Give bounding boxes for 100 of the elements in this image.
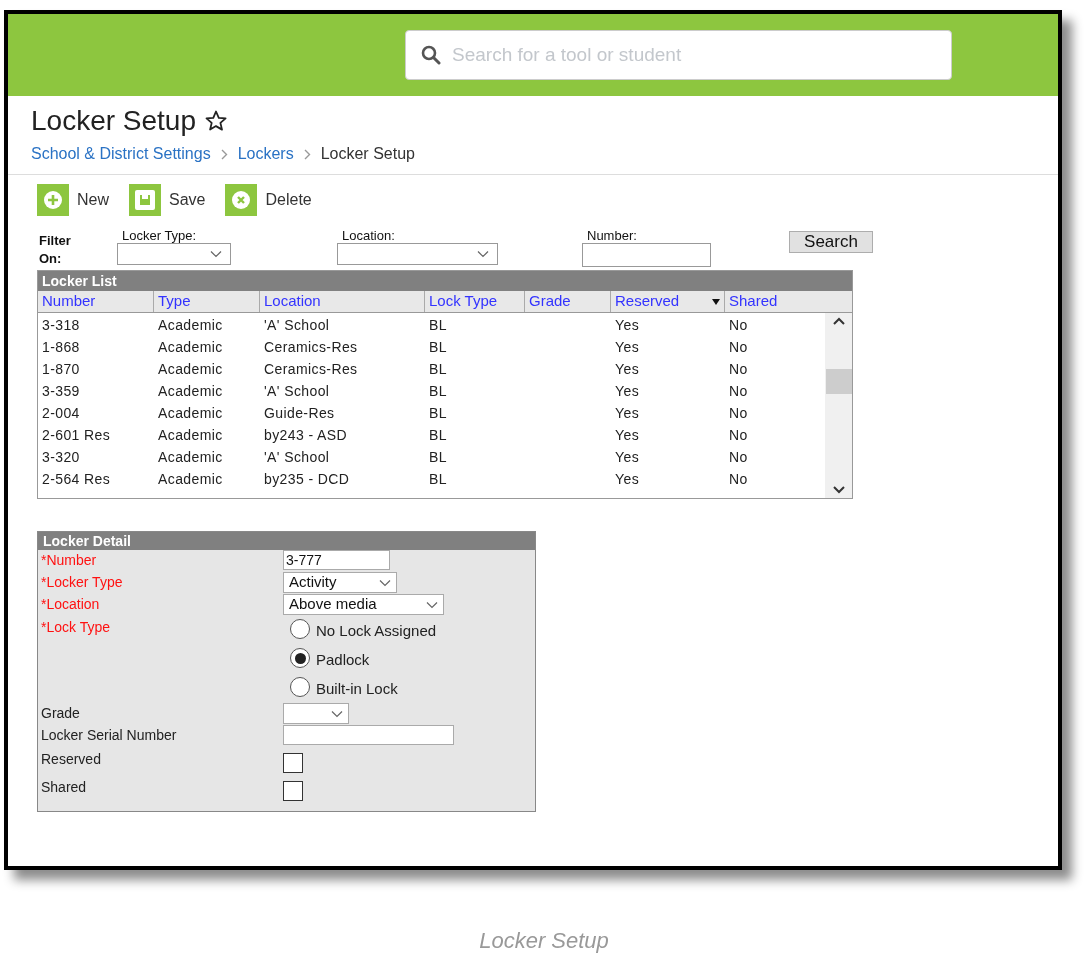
table-cell: No	[729, 470, 748, 487]
input-field[interactable]	[283, 725, 454, 745]
table-cell: Yes	[615, 360, 640, 377]
plus-icon	[37, 184, 69, 216]
dropdown[interactable]: Above media	[283, 594, 444, 615]
checkbox[interactable]	[283, 781, 303, 801]
caret-icon	[426, 600, 438, 609]
input-field[interactable]: 3-777	[283, 550, 390, 570]
table-cell: 'A' School	[264, 448, 330, 465]
column-header[interactable]: Shared	[725, 291, 852, 312]
radio-button[interactable]	[290, 648, 310, 668]
table-cell: 2-004	[42, 404, 80, 421]
breadcrumb-link[interactable]: Lockers	[237, 142, 294, 166]
column-header[interactable]: Type	[154, 291, 260, 312]
caret-icon	[210, 250, 222, 258]
field-label: *Number	[41, 551, 98, 570]
table-cell: Yes	[615, 426, 640, 443]
table-cell: BL	[429, 426, 447, 443]
field-label: Location:	[341, 228, 396, 243]
scroll-up-icon[interactable]	[832, 316, 845, 326]
page-title: Locker Setup	[31, 104, 196, 138]
search-button[interactable]: Search	[789, 231, 873, 253]
caret-icon	[331, 709, 343, 718]
table-cell: Ceramics-Res	[264, 360, 358, 377]
checkbox[interactable]	[283, 753, 303, 773]
radio-label: Built-in Lock	[316, 681, 398, 697]
field-label: *Locker Type	[41, 573, 124, 592]
table-cell: Yes	[615, 382, 640, 399]
table-cell: Yes	[615, 338, 640, 355]
field-label: Reserved	[41, 750, 102, 769]
column-header[interactable]: Grade	[525, 291, 611, 312]
table-cell: Academic	[158, 426, 223, 443]
scroll-thumb[interactable]	[825, 369, 852, 394]
star-icon[interactable]	[204, 109, 228, 133]
table-cell: Yes	[615, 448, 640, 465]
search-icon	[421, 45, 441, 65]
table-cell: 2-564 Res	[42, 470, 111, 487]
dropdown[interactable]	[337, 243, 498, 265]
table-cell: 3-318	[42, 316, 80, 333]
sort-down-icon	[712, 298, 720, 305]
table-cell: Guide-Res	[264, 404, 335, 421]
dropdown[interactable]: Activity	[283, 572, 397, 593]
radio-button[interactable]	[290, 619, 310, 639]
table-cell: No	[729, 382, 748, 399]
table-cell: BL	[429, 382, 447, 399]
radio-label: Padlock	[316, 652, 370, 668]
table-cell: Academic	[158, 404, 223, 421]
panel-title: Locker List	[38, 271, 852, 291]
column-header[interactable]: Location	[260, 291, 425, 312]
table-cell: No	[729, 404, 748, 421]
field-label: *Location	[41, 595, 101, 614]
table-cell: 1-868	[42, 338, 80, 355]
field-label: Number:	[586, 228, 638, 243]
column-header[interactable]: Number	[38, 291, 154, 312]
x-icon	[225, 184, 258, 216]
scroll-down-icon[interactable]	[832, 485, 845, 495]
field-label: Grade	[41, 704, 81, 723]
table-cell: Yes	[615, 316, 640, 333]
table-cell: No	[729, 338, 748, 355]
table-cell: Academic	[158, 448, 223, 465]
table-cell: Academic	[158, 470, 223, 487]
floppy-icon	[129, 184, 161, 216]
save-button[interactable]: Save	[129, 184, 206, 216]
table-cell: BL	[429, 448, 447, 465]
breadcrumb-current: Locker Setup	[320, 144, 415, 164]
table-cell: BL	[429, 360, 447, 377]
table-cell: 3-320	[42, 448, 80, 465]
table-cell: Academic	[158, 338, 223, 355]
field-label: Locker Type:	[121, 228, 198, 243]
scrollbar[interactable]	[825, 313, 852, 498]
radio-label: No Lock Assigned	[316, 623, 437, 639]
panel-title: Locker Detail	[38, 532, 535, 550]
breadcrumb-link[interactable]: School & District Settings	[31, 142, 211, 166]
column-header[interactable]: Lock Type	[425, 291, 525, 312]
table-cell: 'A' School	[264, 382, 330, 399]
column-header[interactable]: Reserved	[611, 291, 725, 312]
table-cell: Yes	[615, 470, 640, 487]
field-label: Locker Serial Number	[41, 726, 178, 745]
dropdown[interactable]	[117, 243, 231, 265]
table-cell: BL	[429, 338, 447, 355]
caret-icon	[477, 250, 489, 258]
table-cell: Academic	[158, 382, 223, 399]
table-cell: Academic	[158, 360, 223, 377]
radio-button[interactable]	[290, 677, 310, 697]
caret-icon	[379, 578, 391, 587]
filter-label: Filter On:	[39, 232, 72, 268]
table-cell: Ceramics-Res	[264, 338, 358, 355]
table-cell: No	[729, 448, 748, 465]
table-cell: 'A' School	[264, 316, 330, 333]
table-cell: by243 - ASD	[264, 426, 347, 443]
search-field[interactable]: Search for a tool or student	[405, 30, 952, 80]
table-cell: No	[729, 316, 748, 333]
table-cell: Academic	[158, 316, 223, 333]
table-cell: Yes	[615, 404, 640, 421]
chevron-icon	[303, 148, 311, 160]
table-cell: No	[729, 426, 748, 443]
table-cell: 2-601 Res	[42, 426, 111, 443]
input-field[interactable]	[582, 243, 711, 267]
new-button[interactable]: New	[37, 184, 109, 216]
delete-button[interactable]: Delete	[225, 184, 312, 216]
